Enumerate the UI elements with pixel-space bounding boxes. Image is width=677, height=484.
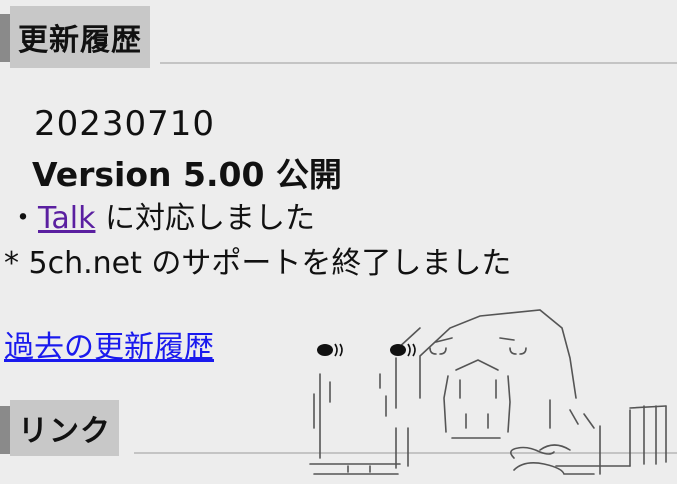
past-history-link[interactable]: 過去の更新履歴	[4, 322, 214, 366]
header-accent-bar	[0, 14, 10, 62]
header-accent-bar	[0, 406, 10, 454]
history-title: 更新履歴	[18, 23, 142, 58]
changelog-item-talk: ・Talk に対応しました	[8, 193, 315, 237]
header-label-box: 更新履歴	[10, 6, 150, 68]
history-section-header: 更新履歴	[0, 0, 677, 70]
changelog-item-5ch: * 5ch.net のサポートを終了しました	[4, 246, 512, 281]
header-rule	[160, 62, 677, 64]
release-version: Version 5.00 公開	[32, 155, 342, 194]
changelog-text: に対応しました	[95, 201, 315, 236]
page: 更新履歴 20230710 Version 5.00 公開 ・Talk に対応し…	[0, 0, 677, 484]
talk-link[interactable]: Talk	[38, 201, 95, 236]
ascii-art-character-icon	[309, 309, 667, 475]
header-label-box: リンク	[10, 400, 119, 456]
release-date: 20230710	[34, 104, 216, 144]
bullet: ・	[8, 201, 38, 236]
links-title: リンク	[18, 414, 111, 449]
